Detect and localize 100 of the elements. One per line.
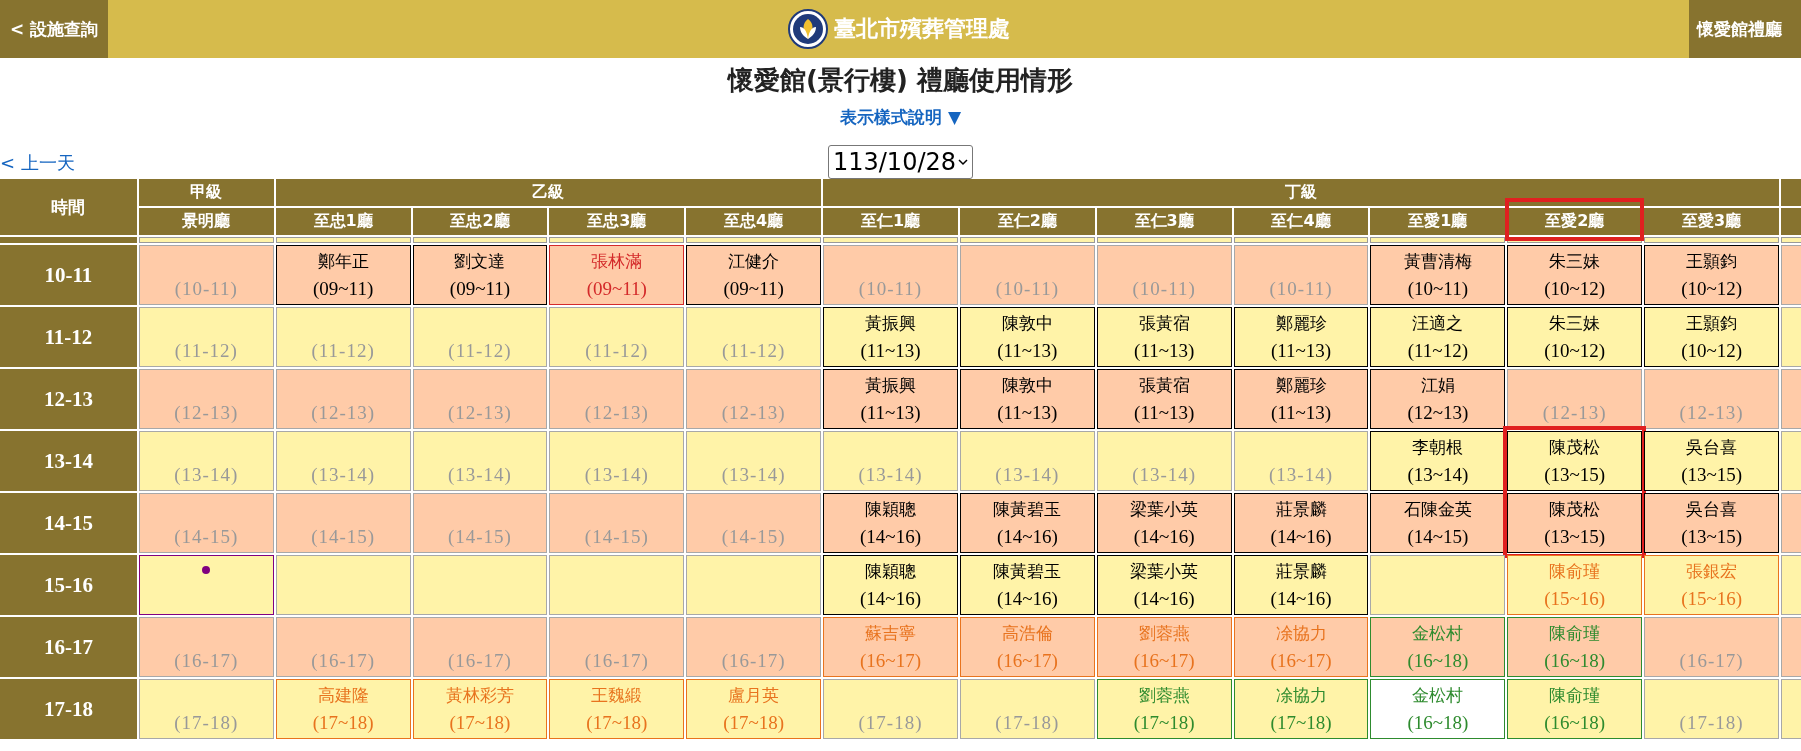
legend-link[interactable]: 表示樣式說明 ▼ [840, 106, 961, 129]
slot-time: (13-14) [721, 464, 786, 486]
booking-time: (13~14) [1407, 464, 1469, 486]
booking-name: 黃林彩芳 [445, 684, 514, 707]
slot-time: (14-15) [447, 526, 512, 548]
grade-heading: 乙級 [275, 179, 822, 206]
slot-time: (13-14) [311, 464, 376, 486]
booking-time: (10~12) [1681, 278, 1743, 300]
time-label: 15-16 [0, 555, 137, 615]
booking-name: 鄭麗珍 [1275, 374, 1327, 397]
booking-name: 汪適之 [1412, 312, 1464, 335]
booking-time: (16~18) [1407, 712, 1469, 734]
booking-name: 吳台喜 [1686, 498, 1738, 521]
booking-time: (17~18) [723, 712, 785, 734]
booking-name: 鄭年正 [317, 250, 369, 273]
booking-time: (17~18) [1270, 712, 1332, 734]
slot-time: (16-17) [584, 650, 649, 672]
slot-time: (13-14) [447, 464, 512, 486]
slot-time: (13-14) [584, 464, 649, 486]
slot-time: (16-17) [174, 650, 239, 672]
booking-name: 王魏緞 [591, 684, 643, 707]
booking-name: 劉文達 [454, 250, 506, 273]
booking-time: (10~11) [1407, 278, 1468, 300]
slot-time: (11-12) [174, 340, 238, 362]
slot-time: (12-13) [721, 402, 786, 424]
booking-name: 莊景麟 [1275, 560, 1327, 583]
booking-name: 劉蓉燕 [1138, 684, 1190, 707]
slot-time: (13-14) [1132, 464, 1197, 486]
hall-heading: 至忠1廳 [275, 208, 411, 235]
booking-time: (14~16) [860, 588, 921, 610]
hall-heading: 至忠4廳 [686, 208, 822, 235]
slot-time: (14-15) [174, 526, 239, 548]
booking-time: (15~16) [1681, 588, 1743, 610]
hall-heading: 至忠2廳 [412, 208, 548, 235]
slot-time: (12-13) [1679, 402, 1744, 424]
hall-heading: 至仁4廳 [1233, 208, 1369, 235]
booking-name: 吳台喜 [1686, 436, 1738, 459]
booking-name: 陳茂松 [1549, 436, 1601, 459]
slot-time: (12-13) [311, 402, 376, 424]
booking-name: 張銀宏 [1686, 560, 1738, 583]
slot-time: (17-18) [995, 712, 1060, 734]
booking-name: 江娟 [1420, 374, 1455, 397]
time-label: 13-14 [0, 431, 137, 491]
booking-time: (11~13) [1134, 340, 1195, 362]
booking-time: (11~13) [860, 402, 921, 424]
booking-time: (16~18) [1544, 650, 1606, 672]
booking-time: (11~13) [1270, 402, 1332, 424]
slot-time: (17-18) [174, 712, 239, 734]
slot-time: (10-11) [1132, 278, 1196, 300]
booking-time: (16~17) [1133, 650, 1195, 672]
booking-name: 朱三妹 [1549, 250, 1601, 273]
slot-time: (14-15) [584, 526, 649, 548]
booking-time: (10~12) [1544, 278, 1606, 300]
back-link[interactable]: < 設施查詢 [0, 0, 109, 58]
prev-day-link[interactable]: < 上一天 [0, 151, 75, 179]
booking-time: (13~15) [1544, 464, 1606, 486]
booking-time: (14~16) [1270, 526, 1332, 548]
booking-name: 陳敦中 [1001, 312, 1053, 335]
slot-time: (10-11) [858, 278, 923, 300]
booking-name: 黃振興 [865, 374, 916, 397]
booking-time: (14~16) [1133, 526, 1195, 548]
booking-name: 陳俞瑾 [1549, 684, 1601, 707]
booking-time: (09~11) [723, 278, 784, 300]
slot-time: (14-15) [311, 526, 376, 548]
slot-time: (11-12) [585, 340, 649, 362]
booking-name: 高浩倫 [1001, 622, 1053, 645]
slot-time: (16-17) [721, 650, 786, 672]
page-title: 懷愛館(景行樓) 禮廳使用情形 [726, 64, 1074, 97]
slot-time: (13-14) [174, 464, 239, 486]
time-label: 17-18 [0, 679, 137, 739]
booking-time: (17~18) [586, 712, 648, 734]
hall-heading: 至仁1廳 [823, 208, 958, 235]
booking-name: 張黃宿 [1138, 374, 1190, 397]
booking-time: (12~13) [1407, 402, 1469, 424]
booking-name: 盧月英 [728, 684, 780, 707]
booking-name: 黃振興 [865, 312, 916, 335]
slot-time: (11-12) [448, 340, 512, 362]
booking-time: (13~15) [1681, 464, 1743, 486]
booking-name: 金松村 [1412, 622, 1464, 645]
booking-name: 張黃宿 [1138, 312, 1190, 335]
booking-name: 梁葉小英 [1130, 498, 1199, 521]
slot-time: (10-11) [995, 278, 1059, 300]
booking-time: (14~16) [860, 526, 921, 548]
booking-name: 高建隆 [317, 684, 369, 707]
hall-heading: 景明廳 [138, 208, 274, 235]
booking-time: (11~13) [860, 340, 921, 362]
booking-time: (16~17) [996, 650, 1058, 672]
booking-time: (17~18) [449, 712, 511, 734]
slot-time: (17-18) [1679, 712, 1744, 734]
date-select[interactable]: 113/10/28 [827, 145, 974, 179]
hall-link[interactable]: 懷愛館禮廳 [1689, 0, 1801, 58]
slot-time: (13-14) [1269, 464, 1333, 486]
booking-name: 梁葉小英 [1130, 560, 1199, 583]
booking-time: (14~16) [996, 588, 1058, 610]
booking-time: (16~18) [1407, 650, 1469, 672]
slot-time: (14-15) [721, 526, 786, 548]
booking-name: 鄭麗珍 [1275, 312, 1327, 335]
slot-time: (12-13) [174, 402, 239, 424]
booking-time: (14~16) [1133, 588, 1195, 610]
booking-name: 陳俞瑾 [1549, 622, 1601, 645]
